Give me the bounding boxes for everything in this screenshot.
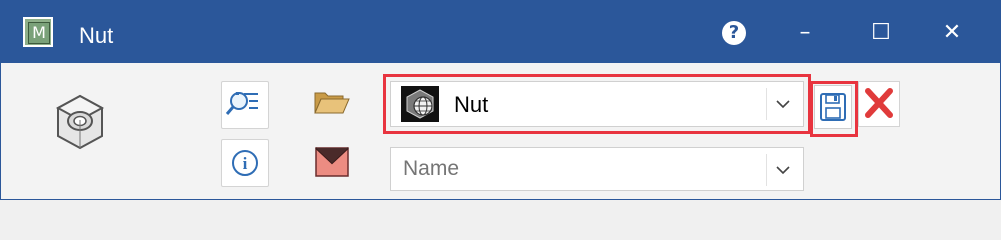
info-icon: i <box>232 150 258 176</box>
name-input[interactable] <box>391 148 763 190</box>
help-icon: ? <box>722 21 746 45</box>
minimize-button[interactable]: – <box>789 17 821 49</box>
app-icon-letter: M <box>28 22 50 44</box>
maximize-icon: ☐ <box>871 20 891 45</box>
part-selector-highlight <box>383 74 811 134</box>
folder-open-icon[interactable] <box>313 89 351 115</box>
info-icon-letter: i <box>243 154 248 173</box>
delete-button[interactable] <box>858 81 900 127</box>
info-button[interactable]: i <box>221 139 269 187</box>
save-button[interactable] <box>814 85 852 129</box>
close-button[interactable]: ✕ <box>936 17 968 49</box>
close-icon: ✕ <box>942 20 962 45</box>
nut-icon <box>55 94 105 150</box>
minimize-icon: – <box>799 20 811 45</box>
window-title: Nut <box>79 23 114 48</box>
title-bar: M Nut ? – ☐ ✕ <box>1 1 1000 63</box>
name-dropdown[interactable] <box>390 147 804 191</box>
help-button[interactable]: ? <box>718 17 750 49</box>
delete-icon <box>865 88 893 118</box>
envelope-icon[interactable] <box>315 147 349 177</box>
name-dropdown-arrow[interactable] <box>766 154 799 186</box>
app-icon: M <box>23 17 53 47</box>
search-list-button[interactable] <box>221 81 269 129</box>
save-icon <box>820 93 846 121</box>
dialog-window: M Nut ? – ☐ ✕ i Nut Name <box>0 0 1001 200</box>
chevron-down-icon <box>776 166 790 175</box>
search-list-icon <box>225 92 258 115</box>
maximize-button[interactable]: ☐ <box>865 17 897 49</box>
